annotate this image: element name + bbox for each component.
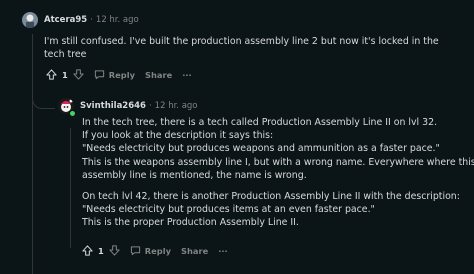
more-icon: ··· <box>182 69 192 80</box>
reply-button[interactable]: Reply <box>130 245 171 256</box>
username[interactable]: Svinthila2646 <box>80 101 146 111</box>
timestamp[interactable]: 12 hr. ago <box>96 15 139 25</box>
thread-line <box>32 34 33 274</box>
vote-group: 1 <box>82 245 120 256</box>
downvote-icon[interactable] <box>73 69 84 80</box>
downvote-icon[interactable] <box>109 245 120 256</box>
separator-dot: · <box>148 101 152 111</box>
more-icon: ··· <box>218 245 228 256</box>
share-button[interactable]: Share <box>181 246 208 256</box>
separator-dot: · <box>90 15 93 25</box>
comment-line: assembly line is mentioned, the name is … <box>82 169 307 181</box>
comment-line: On tech lvl 42, there is another Product… <box>82 191 460 203</box>
comment-icon <box>130 246 140 256</box>
reply-label: Reply <box>108 69 135 80</box>
avatar-image <box>22 12 38 28</box>
thread-connector <box>32 94 55 109</box>
comment-actions: 1 Reply Share ··· <box>46 69 202 80</box>
avatar[interactable] <box>22 12 38 28</box>
online-status-dot <box>69 110 76 117</box>
upvote-icon[interactable] <box>46 69 57 80</box>
timestamp[interactable]: 12 hr. ago <box>155 101 198 111</box>
comment-line: If you look at the description it says t… <box>82 130 274 142</box>
vote-count: 1 <box>62 69 68 80</box>
share-button[interactable]: Share <box>145 70 172 80</box>
username[interactable]: Atcera95 <box>44 15 87 25</box>
reply-comment-header: Svinthila2646 · 12 hr. ago <box>58 98 198 114</box>
reply-label: Reply <box>144 245 171 256</box>
reply-thread-line <box>70 128 71 248</box>
comment-line: I'm still confused. I've built the produ… <box>44 36 439 47</box>
comment-icon <box>94 70 104 80</box>
comment-line: This is the proper Production Assembly L… <box>82 217 299 229</box>
vote-count: 1 <box>98 245 104 256</box>
more-options-button[interactable]: ··· <box>218 246 227 256</box>
comment-body: I'm still confused. I've built the produ… <box>44 35 439 61</box>
comment-line: "Needs electricity but produces weapons … <box>82 143 440 155</box>
reply-comment-body: In the tech tree, there is a tech called… <box>82 116 474 230</box>
more-options-button[interactable]: ··· <box>182 70 191 80</box>
comment-line: This is the weapons assembly line I, but… <box>82 156 474 168</box>
reply-comment-actions: 1 Reply Share ··· <box>82 245 238 256</box>
share-label: Share <box>181 245 209 256</box>
upvote-icon[interactable] <box>82 245 93 256</box>
comment-line: tech tree <box>44 49 87 61</box>
comment-line: In the tech tree, there is a tech called… <box>82 117 438 128</box>
vote-group: 1 <box>46 69 84 80</box>
reply-button[interactable]: Reply <box>94 69 135 80</box>
comment-header: Atcera95 · 12 hr. ago <box>22 12 139 28</box>
comment-line: "Needs electricity but produces items at… <box>82 204 375 216</box>
share-label: Share <box>145 69 173 80</box>
